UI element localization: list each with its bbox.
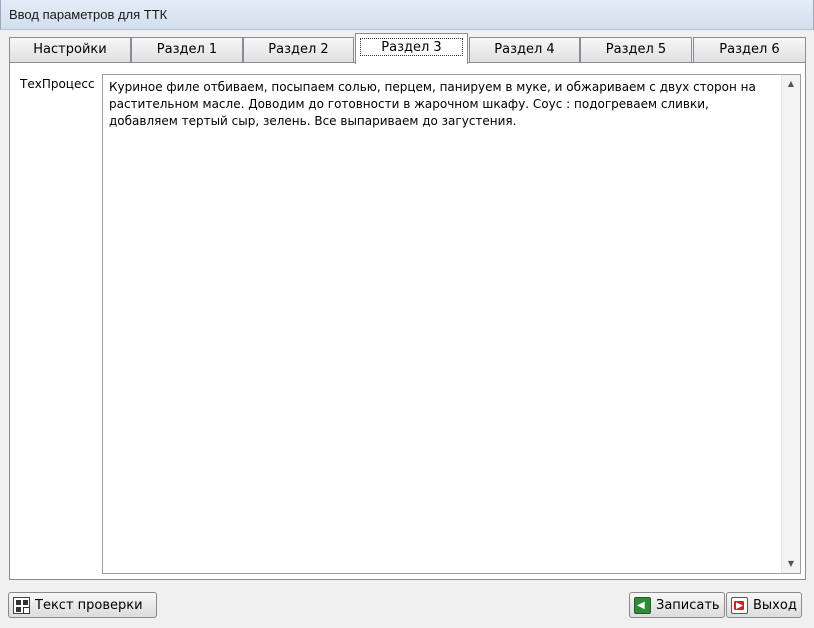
techprocess-text: Куриное филе отбиваем, посыпаем солью, п… [109, 80, 756, 128]
qr-check-icon [13, 596, 30, 614]
tab-nastroyki[interactable]: Настройки [9, 37, 131, 63]
tab-razdel-2[interactable]: Раздел 2 [243, 37, 354, 63]
save-button-label: Записать [656, 597, 720, 613]
tab-label: Раздел 3 [381, 40, 442, 55]
scroll-up-arrow-icon[interactable]: ▲ [782, 75, 800, 93]
red-exit-icon [731, 596, 748, 614]
tab-label: Раздел 4 [494, 42, 555, 57]
exit-button-label: Выход [753, 597, 797, 613]
exit-button[interactable]: Выход [726, 592, 802, 618]
check-text-button[interactable]: Текст проверки [8, 592, 157, 618]
tab-label: Раздел 2 [268, 42, 329, 57]
green-arrow-save-icon [634, 596, 651, 614]
tab-panel-razdel-3: ТехПроцесс Куриное филе отбиваем, посыпа… [9, 62, 806, 580]
tab-label: Раздел 5 [605, 42, 667, 57]
tab-razdel-1[interactable]: Раздел 1 [131, 37, 243, 63]
tab-razdel-4[interactable]: Раздел 4 [469, 37, 580, 63]
window-title: Ввод параметров для ТТК [9, 7, 168, 22]
tab-label: Раздел 6 [719, 42, 780, 57]
vertical-scrollbar[interactable]: ▲ ▼ [781, 75, 800, 573]
title-bar: Ввод параметров для ТТК [0, 0, 814, 30]
tab-label: Настройки [33, 42, 107, 57]
tab-razdel-3[interactable]: Раздел 3 [355, 33, 468, 64]
techprocess-label: ТехПроцесс [20, 77, 95, 91]
tab-razdel-6[interactable]: Раздел 6 [693, 37, 806, 63]
techprocess-textarea[interactable]: Куриное филе отбиваем, посыпаем солью, п… [102, 74, 801, 574]
check-text-button-label: Текст проверки [35, 597, 143, 613]
tab-label: Раздел 1 [156, 42, 218, 57]
tab-razdel-5[interactable]: Раздел 5 [580, 37, 692, 63]
scroll-down-arrow-icon[interactable]: ▼ [782, 555, 800, 573]
save-button[interactable]: Записать [629, 592, 725, 618]
tab-strip: Настройки Раздел 1 Раздел 2 Раздел 3 Раз… [9, 33, 806, 64]
